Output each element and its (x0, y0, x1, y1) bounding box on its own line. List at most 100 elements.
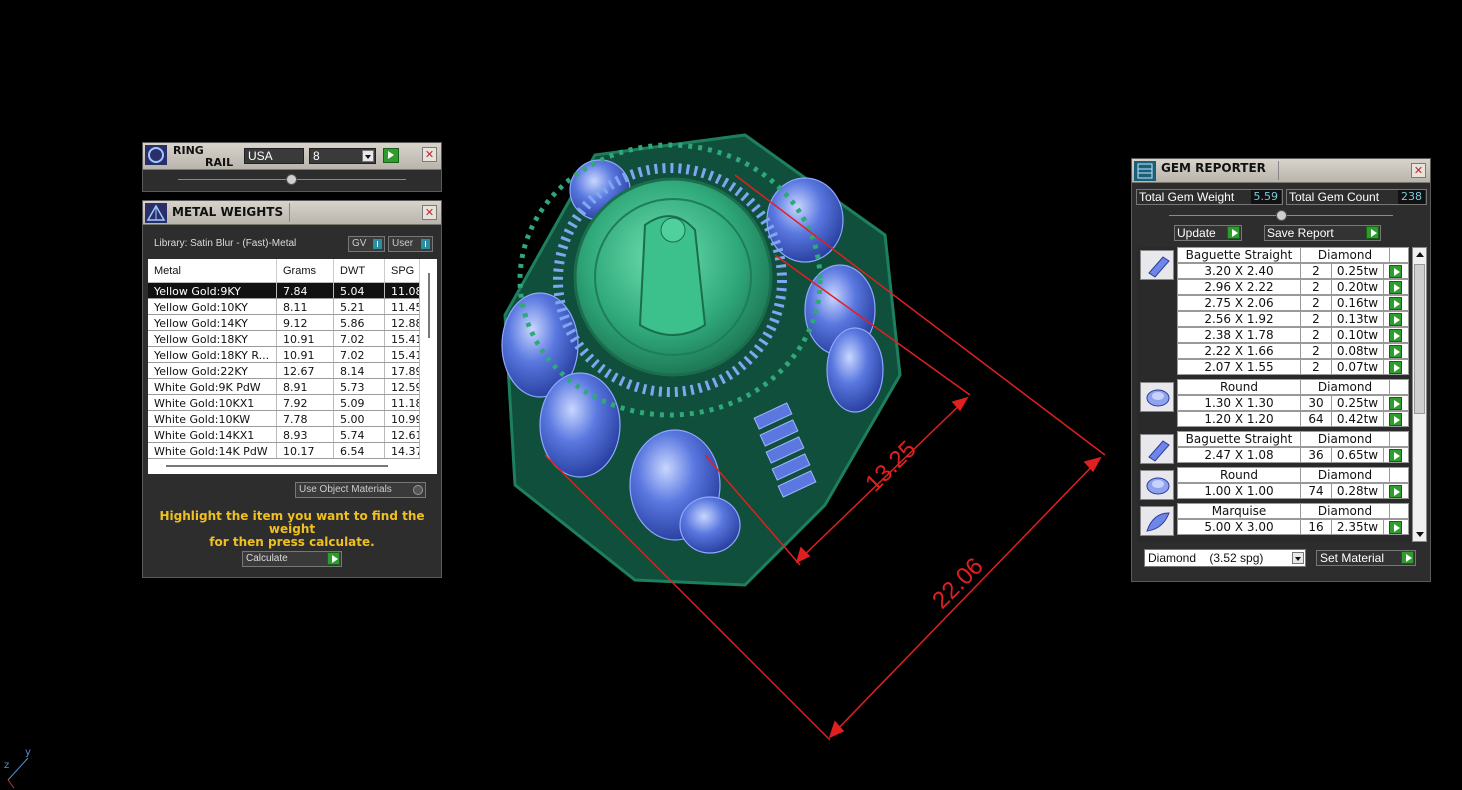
update-button[interactable]: Update (1174, 225, 1242, 241)
gem-shape: Marquise (1178, 504, 1301, 518)
calculate-button[interactable]: Calculate (242, 551, 342, 567)
play-icon[interactable] (1401, 551, 1414, 564)
gem-row[interactable]: 1.30 X 1.30 30 0.25tw (1177, 395, 1409, 411)
chevron-down-icon[interactable] (1292, 552, 1304, 564)
round-gem-icon[interactable] (1140, 470, 1174, 500)
cell-grams: 8.91 (277, 379, 334, 394)
total-gem-weight-value: 5.59 (1250, 190, 1281, 204)
metal-table-row[interactable]: Yellow Gold:22KY 12.67 8.14 17.89 (148, 363, 420, 379)
baguette-gem-icon[interactable] (1140, 250, 1174, 280)
metal-table-row[interactable]: White Gold:14KX1 8.93 5.74 12.61 (148, 427, 420, 443)
column-header-metal[interactable]: Metal (148, 259, 277, 282)
cell-dwt: 5.21 (334, 299, 385, 314)
metal-table-row[interactable]: Yellow Gold:10KY 8.11 5.21 11.45 (148, 299, 420, 315)
metal-table-hscroll[interactable] (166, 465, 388, 467)
gem-reporter-titlebar[interactable]: GEM REPORTER ✕ (1132, 159, 1430, 183)
gem-row[interactable]: 1.20 X 1.20 64 0.42tw (1177, 411, 1409, 427)
user-toggle[interactable]: User (388, 236, 433, 252)
gem-weight: 0.08tw (1332, 344, 1384, 358)
select-gem-button[interactable] (1389, 281, 1402, 294)
scroll-down-icon[interactable] (1416, 532, 1424, 537)
gem-row[interactable]: 1.00 X 1.00 74 0.28tw (1177, 483, 1409, 499)
scroll-thumb[interactable] (428, 273, 430, 338)
gem-row[interactable]: 2.47 X 1.08 36 0.65tw (1177, 447, 1409, 463)
metal-table-row[interactable]: White Gold:9K PdW 8.91 5.73 12.59 (148, 379, 420, 395)
ring-rail-go-button[interactable] (383, 148, 399, 163)
metal-weights-close-button[interactable]: ✕ (422, 205, 437, 220)
gem-row[interactable]: 3.20 X 2.40 2 0.25tw (1177, 263, 1409, 279)
select-gem-button[interactable] (1389, 313, 1402, 326)
gem-row[interactable]: 2.22 X 1.66 2 0.08tw (1177, 343, 1409, 359)
metal-table-row[interactable]: White Gold:14K PdW 10.17 6.54 14.37 (148, 443, 420, 459)
select-gem-button[interactable] (1389, 521, 1402, 534)
scroll-up-icon[interactable] (1416, 252, 1424, 257)
metal-table-row[interactable]: Yellow Gold:14KY 9.12 5.86 12.88 (148, 315, 420, 331)
metal-table-row[interactable]: Yellow Gold:18KY R... 10.91 7.02 15.41 (148, 347, 420, 363)
metal-weights-titlebar[interactable]: METAL WEIGHTS ✕ (143, 201, 441, 225)
titlebar-divider (289, 203, 290, 222)
gem-group-header: Round Diamond (1177, 467, 1409, 483)
gem-row[interactable]: 2.96 X 2.22 2 0.20tw (1177, 279, 1409, 295)
set-material-button[interactable]: Set Material (1316, 550, 1416, 566)
instruction-text: Highlight the item you want to find the … (143, 510, 441, 549)
gem-list-vscroll[interactable] (1412, 247, 1427, 542)
ring-size-select[interactable]: 8 (309, 148, 376, 164)
cell-dwt: 5.73 (334, 379, 385, 394)
select-gem-button[interactable] (1389, 413, 1402, 426)
save-report-button[interactable]: Save Report (1264, 225, 1381, 241)
gem-row[interactable]: 2.07 X 1.55 2 0.07tw (1177, 359, 1409, 375)
metal-table-row[interactable]: White Gold:10KX1 7.92 5.09 11.18 (148, 395, 420, 411)
gem-row[interactable]: 2.38 X 1.78 2 0.10tw (1177, 327, 1409, 343)
metal-table[interactable]: Metal Grams DWT SPG Yellow Gold:9KY 7.84 5… (148, 259, 437, 474)
select-gem-button[interactable] (1389, 297, 1402, 310)
ring-rail-slider-handle[interactable] (286, 174, 297, 185)
use-object-materials-option[interactable]: Use Object Materials (295, 482, 426, 498)
baguette-gem-icon[interactable] (1140, 434, 1174, 464)
select-gem-button[interactable] (1389, 329, 1402, 342)
select-gem-button[interactable] (1389, 397, 1402, 410)
column-header-spg[interactable]: SPG (385, 259, 420, 282)
gem-row[interactable]: 5.00 X 3.00 16 2.35tw (1177, 519, 1409, 535)
column-header-dwt[interactable]: DWT (334, 259, 385, 282)
ring-rail-close-button[interactable]: ✕ (422, 147, 437, 162)
metal-table-vscroll[interactable] (424, 273, 434, 463)
gem-reporter-slider-handle[interactable] (1276, 210, 1287, 221)
ring-rail-icon (145, 145, 167, 165)
select-gem-button[interactable] (1389, 449, 1402, 462)
gem-row[interactable]: 2.75 X 2.06 2 0.16tw (1177, 295, 1409, 311)
play-icon[interactable] (327, 552, 340, 565)
gem-reporter-close-button[interactable]: ✕ (1411, 163, 1426, 178)
metal-table-body: Yellow Gold:9KY 7.84 5.04 11.08 Yellow Gold:… (148, 283, 420, 459)
chevron-down-icon[interactable] (362, 150, 374, 162)
select-gem-button[interactable] (1389, 345, 1402, 358)
gem-material-select[interactable]: Diamond (3.52 spg) (1144, 549, 1306, 567)
radio-icon[interactable] (413, 485, 423, 495)
marquise-gem-icon[interactable] (1140, 506, 1174, 536)
scroll-thumb[interactable] (1414, 264, 1425, 414)
3d-viewport[interactable]: 13.25 22.06 (445, 125, 1125, 765)
gem-list[interactable]: Baguette Straight Diamond 3.20 X 2.40 2 0.25… (1137, 247, 1411, 542)
metal-table-row[interactable]: Yellow Gold:9KY 7.84 5.04 11.08 (148, 283, 420, 299)
update-label: Update (1177, 226, 1216, 240)
gem-size: 2.96 X 2.22 (1178, 280, 1301, 294)
gem-row[interactable]: 2.56 X 1.92 2 0.13tw (1177, 311, 1409, 327)
cell-dwt: 7.02 (334, 331, 385, 346)
column-header-grams[interactable]: Grams (277, 259, 334, 282)
country-select[interactable]: USA (244, 148, 304, 164)
cell-dwt: 8.14 (334, 363, 385, 378)
play-icon[interactable] (1227, 226, 1240, 239)
cell-metal: Yellow Gold:14KY (148, 315, 277, 330)
cell-spg: 15.41 (385, 347, 420, 362)
select-gem-button[interactable] (1389, 361, 1402, 374)
metal-table-row[interactable]: Yellow Gold:18KY 10.91 7.02 15.41 (148, 331, 420, 347)
play-icon[interactable] (1366, 226, 1379, 239)
ring-rail-titlebar[interactable]: RING RAIL USA 8 ✕ (143, 143, 441, 170)
round-gem-icon[interactable] (1140, 382, 1174, 412)
select-gem-button[interactable] (1389, 485, 1402, 498)
cell-dwt: 6.54 (334, 443, 385, 458)
select-gem-button[interactable] (1389, 265, 1402, 278)
gv-toggle[interactable]: GV (348, 236, 385, 252)
cell-metal: Yellow Gold:10KY (148, 299, 277, 314)
metal-table-row[interactable]: White Gold:10KW 7.78 5.00 10.99 (148, 411, 420, 427)
gem-group-header: Marquise Diamond (1177, 503, 1409, 519)
